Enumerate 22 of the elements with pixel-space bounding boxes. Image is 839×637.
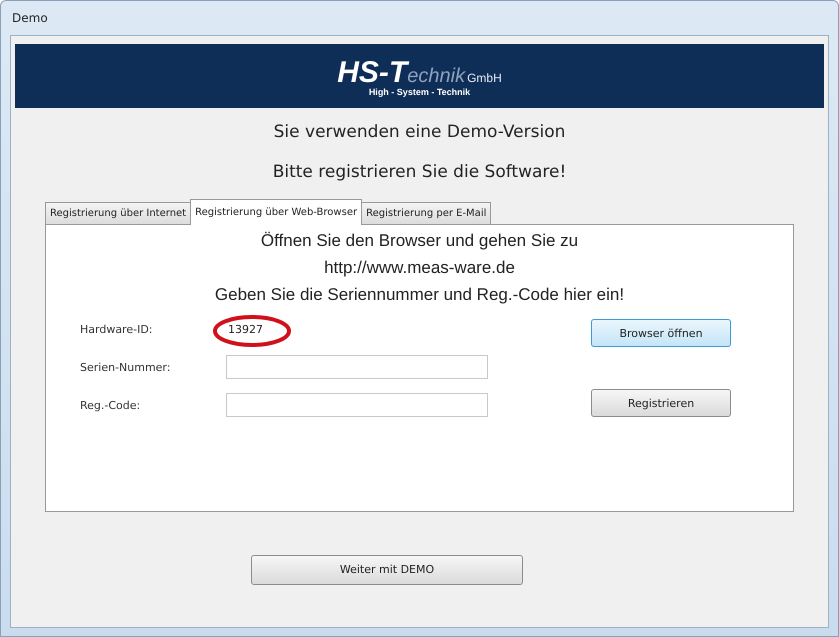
heading: Sie verwenden eine Demo-Version (274, 122, 566, 142)
window-title: Demo (12, 11, 48, 25)
hardware-id-value: 13927 (228, 322, 263, 336)
tab[interactable]: Registrierung per E-Mail (361, 202, 492, 224)
continue-demo-button[interactable]: Weiter mit DEMO (251, 554, 523, 584)
heading: Bitte registrieren Sie die Software! (272, 162, 566, 182)
instruction-text: Geben Sie die Seriennummer und Reg.-Code hier ein! (214, 285, 624, 305)
input-field[interactable] (226, 355, 488, 379)
field-label: Serien-Nummer: (80, 360, 172, 374)
open-browser-button[interactable]: Browser öffnen (591, 319, 731, 347)
field-label: Hardware-ID: (80, 322, 154, 336)
instruction-text: http://www.meas-ware.de (324, 258, 515, 278)
register-button[interactable]: Registrieren (591, 389, 731, 417)
tab[interactable]: Registrierung über Internet (45, 202, 192, 224)
logo-tagline: High - System - Technik (368, 86, 470, 96)
field-label: Reg.-Code: (80, 398, 142, 412)
tab[interactable]: Registrierung über Web-Browser (190, 199, 362, 225)
input-field[interactable] (226, 393, 488, 417)
logo-suffix: GmbH (467, 70, 502, 84)
logo-text: HS-T (337, 56, 408, 88)
logo-text: echnik (407, 64, 466, 88)
instruction-text: Öffnen Sie den Browser und gehen Sie zu (260, 231, 578, 251)
